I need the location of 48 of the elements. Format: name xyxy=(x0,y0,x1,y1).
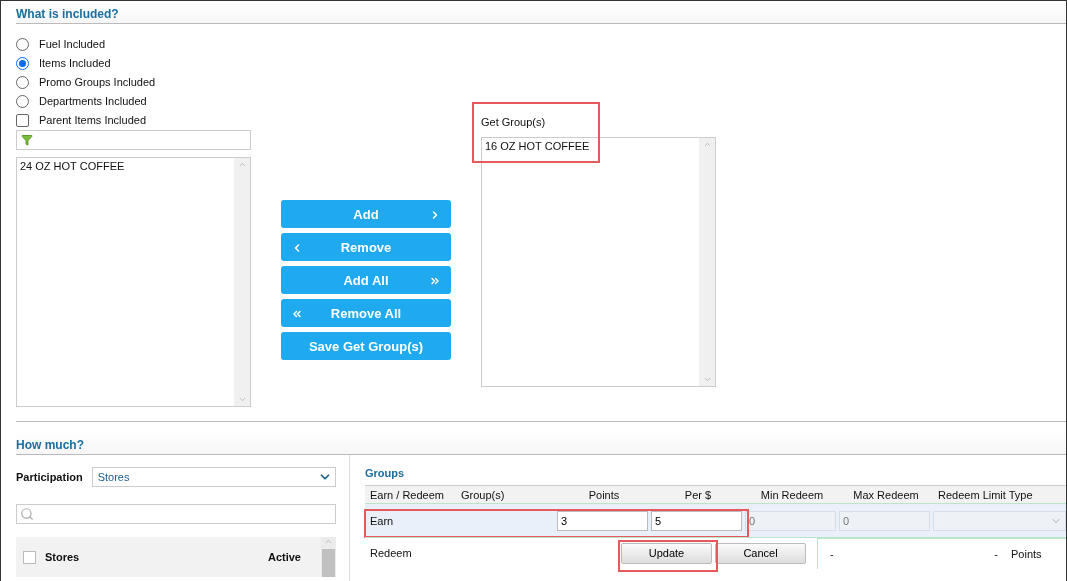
points-input[interactable]: 3 xyxy=(557,510,648,531)
scrollbar[interactable] xyxy=(321,537,336,577)
option-label: Items Included xyxy=(39,57,111,69)
option-label: Fuel Included xyxy=(39,38,106,50)
option-label: Departments Included xyxy=(39,95,147,107)
groups-title: Groups xyxy=(365,467,406,479)
column-header[interactable]: Stores xyxy=(45,551,268,563)
column-header: Redeem Limit Type xyxy=(937,488,1034,501)
column-header: Per $ xyxy=(683,488,713,501)
list-item[interactable]: 24 OZ HOT COFFEE xyxy=(20,160,231,172)
filter-field[interactable] xyxy=(16,130,251,150)
list-label: Get Group(s) xyxy=(481,116,547,130)
scroll-up-icon[interactable] xyxy=(702,140,712,149)
filter-icon xyxy=(21,134,33,146)
column-header: Max Redeem xyxy=(852,488,920,501)
limit-type-select[interactable] xyxy=(933,510,1066,531)
checkbox[interactable] xyxy=(16,113,29,127)
section-title: How much? xyxy=(16,438,84,452)
scroll-up-icon[interactable] xyxy=(237,160,247,169)
row-button[interactable]: Cancel xyxy=(715,542,806,564)
table-cell-text: - xyxy=(829,547,835,560)
field-label: Participation xyxy=(16,471,83,483)
scrollbar[interactable] xyxy=(234,158,250,406)
column-header: Group(s) xyxy=(460,488,506,501)
checkbox[interactable] xyxy=(23,550,36,564)
column-header[interactable]: Active xyxy=(267,551,301,563)
scroll-down-icon[interactable] xyxy=(702,375,712,384)
search-icon xyxy=(20,507,34,521)
column-header: Earn / Redeem xyxy=(369,488,445,501)
per-dollar-input[interactable]: 5 xyxy=(651,510,742,531)
scroll-up-icon[interactable] xyxy=(324,537,333,546)
double-chevron-left-icon xyxy=(291,308,303,320)
column-header: Points xyxy=(587,488,621,501)
table-cell-text: - xyxy=(993,547,999,560)
section-title: What is included? xyxy=(16,7,119,21)
table-cell-text: Earn xyxy=(369,514,395,527)
option-label: Promo Groups Included xyxy=(39,76,156,88)
double-chevron-right-icon xyxy=(429,275,441,287)
column-header: Min Redeem xyxy=(759,488,825,501)
scrollbar[interactable] xyxy=(699,138,715,386)
option-label: Parent Items Included xyxy=(39,114,146,126)
table-cell-text: Points xyxy=(1010,547,1043,560)
table-cell-text: Redeem xyxy=(369,547,413,559)
participation-select[interactable]: Stores xyxy=(91,467,336,487)
list-item[interactable]: 16 OZ HOT COFFEE xyxy=(485,140,696,152)
row-button[interactable]: Update xyxy=(621,542,712,564)
scroll-down-icon[interactable] xyxy=(237,395,247,404)
search-field[interactable] xyxy=(16,504,336,524)
